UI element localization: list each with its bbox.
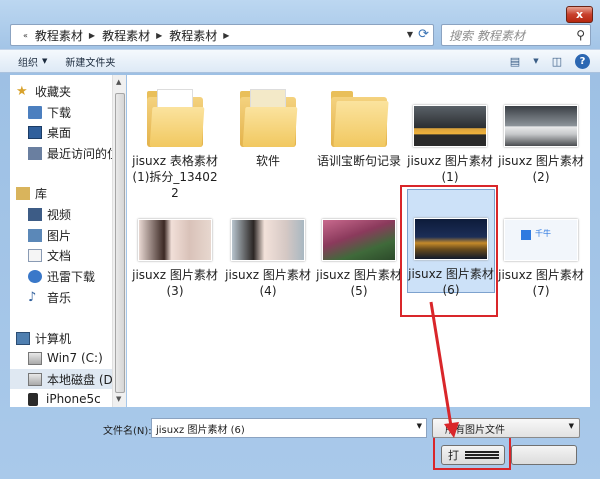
split-arrow-icon (465, 451, 499, 459)
nav-videos[interactable]: 视频 (28, 204, 71, 224)
close-button[interactable]: x (566, 6, 593, 23)
folder-icon (331, 89, 389, 147)
file-item[interactable]: jisuxz 表格素材 (1)拆分_134022 (132, 77, 218, 201)
nav-computer[interactable]: 计算机 (16, 328, 71, 348)
star-icon: ★ (16, 83, 28, 99)
music-icon: ♪ (28, 289, 37, 305)
nav-downloads[interactable]: 下载 (28, 102, 71, 122)
chevron-right-icon: ▶ (156, 30, 163, 40)
preview-pane-icon[interactable]: ◫ (549, 53, 565, 69)
address-bar[interactable]: « 教程素材 ▶ 教程素材 ▶ 教程素材 ▶ ▼ ⟳ (10, 24, 434, 46)
phone-icon (28, 392, 38, 406)
command-toolbar: 组织 ▼ 新建文件夹 ▤ ▼ ◫ ? (0, 49, 600, 73)
scroll-up-icon[interactable]: ▲ (116, 78, 121, 86)
file-item[interactable]: 语训宝断句记录 (316, 77, 402, 169)
view-options-icon[interactable]: ▤ (507, 53, 523, 69)
desktop-icon (28, 125, 42, 139)
file-item[interactable]: jisuxz 图片素材 (3) (132, 191, 218, 299)
cancel-button[interactable] (511, 445, 577, 465)
picture-icon (28, 228, 42, 242)
chevron-right-icon: ▶ (223, 30, 230, 40)
image-thumbnail: 千牛 (504, 219, 578, 261)
nav-drive-d[interactable]: 本地磁盘 (D: (10, 369, 125, 389)
image-thumbnail (504, 105, 578, 147)
document-icon (28, 248, 42, 262)
nav-documents[interactable]: 文档 (28, 245, 71, 265)
folder-icon (240, 89, 298, 147)
breadcrumb-root-arrow[interactable]: « (17, 31, 35, 40)
image-thumbnail (322, 219, 396, 261)
image-thumbnail (138, 219, 212, 261)
computer-icon (16, 331, 30, 345)
filetype-select[interactable]: 所有图片文件 ▼ (432, 418, 580, 438)
filename-label: 文件名(N): (103, 426, 152, 437)
nav-libraries[interactable]: 库 (16, 183, 47, 203)
image-thumbnail (231, 219, 305, 261)
highlight-box-selected-file (400, 185, 498, 317)
system-drive-icon (28, 351, 42, 365)
nav-iphone[interactable]: iPhone5c (28, 389, 101, 407)
file-open-dialog: x « 教程素材 ▶ 教程素材 ▶ 教程素材 ▶ ▼ ⟳ 搜索 教程素材 ⚲ 组织 ▼ … (0, 0, 600, 479)
nav-pictures[interactable]: 图片 (28, 225, 71, 245)
chevron-down-icon[interactable]: ▼ (417, 422, 422, 430)
file-item[interactable]: jisuxz 图片素材 (1) (407, 77, 493, 185)
chevron-right-icon: « (23, 30, 28, 40)
file-item[interactable]: jisuxz 图片素材 (4) (225, 191, 311, 299)
nav-drive-c[interactable]: Win7 (C:) (28, 348, 103, 368)
refresh-icon[interactable]: ⟳ (418, 27, 429, 42)
video-icon (28, 207, 42, 221)
nav-favorites[interactable]: ★ 收藏夹 (16, 81, 71, 101)
file-item[interactable]: 软件 (225, 77, 311, 169)
chevron-down-icon[interactable]: ▼ (533, 53, 539, 69)
file-item[interactable]: jisuxz 图片素材 (2) (498, 77, 584, 185)
file-list: jisuxz 表格素材 (1)拆分_134022 软件 语训宝断句记录 jisu… (127, 75, 590, 407)
scroll-down-icon[interactable]: ▼ (116, 395, 121, 403)
chevron-down-icon[interactable]: ▼ (407, 30, 413, 39)
chevron-down-icon: ▼ (42, 57, 48, 65)
breadcrumb-item[interactable]: 教程素材 ▶ (169, 27, 236, 44)
file-item[interactable]: jisuxz 图片素材 (5) (316, 191, 402, 299)
folder-icon (147, 89, 205, 147)
help-icon[interactable]: ? (575, 53, 590, 69)
drive-icon (28, 372, 42, 386)
new-folder-button[interactable]: 新建文件夹 (65, 54, 115, 69)
search-input[interactable]: 搜索 教程素材 ⚲ (441, 24, 591, 46)
nav-music[interactable]: ♪ 音乐 (28, 287, 71, 307)
filename-input[interactable]: jisuxz 图片素材 (6) ▼ (151, 418, 427, 438)
organize-button[interactable]: 组织 ▼ (18, 54, 47, 69)
scrollbar-thumb[interactable] (115, 93, 125, 393)
nav-desktop[interactable]: 桌面 (28, 122, 71, 142)
thunder-download-icon (28, 269, 42, 283)
download-folder-icon (28, 105, 42, 119)
nav-thunder-downloads[interactable]: 迅雷下载 (28, 266, 95, 286)
nav-scrollbar[interactable]: ▲ ▼ (112, 75, 126, 407)
chevron-down-icon[interactable]: ▼ (569, 422, 574, 430)
search-icon[interactable]: ⚲ (576, 28, 585, 42)
breadcrumb-item[interactable]: 教程素材 ▶ (35, 27, 102, 44)
image-thumbnail (413, 105, 487, 147)
navigation-pane: ★ 收藏夹 下载 桌面 最近访问的位 库 视频 图片 文档 迅雷下载 ♪ 音乐 计算 (10, 75, 125, 407)
nav-recent[interactable]: 最近访问的位 (28, 143, 119, 163)
recent-places-icon (28, 146, 42, 160)
chevron-right-icon: ▶ (88, 30, 96, 40)
breadcrumb-item[interactable]: 教程素材 ▶ (102, 27, 169, 44)
open-button[interactable]: 打 (441, 445, 505, 465)
file-item[interactable]: 千牛 jisuxz 图片素材 (7) (498, 191, 584, 299)
library-icon (16, 186, 30, 200)
